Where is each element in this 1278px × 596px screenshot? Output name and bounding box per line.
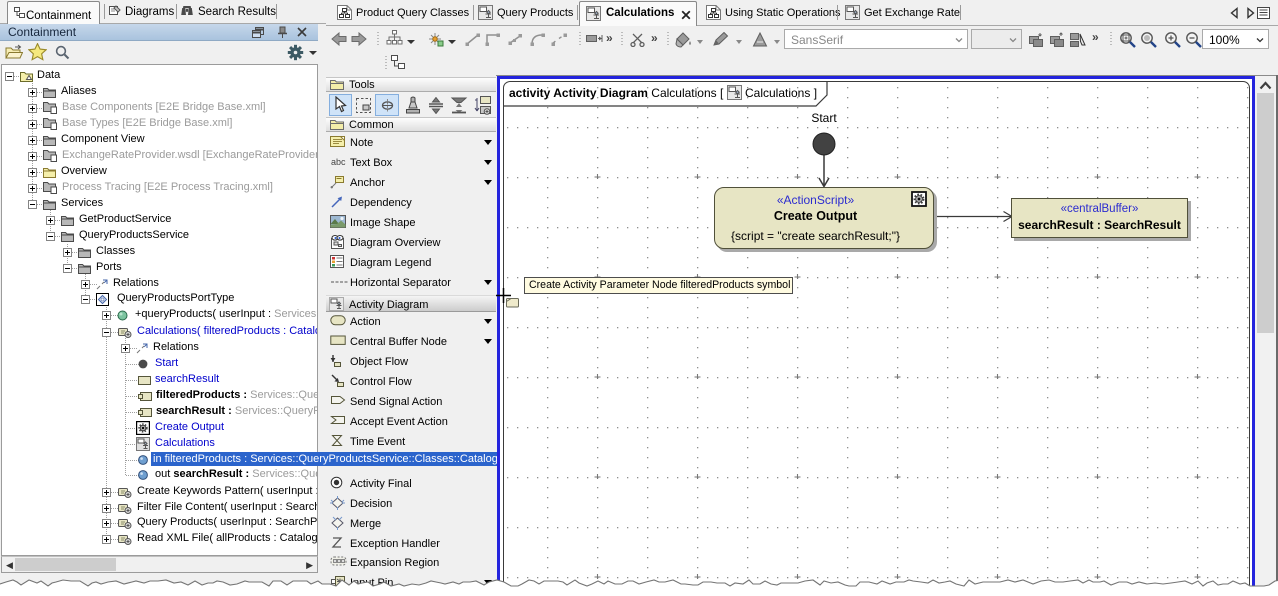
svg-text:abc: abc — [331, 157, 346, 167]
